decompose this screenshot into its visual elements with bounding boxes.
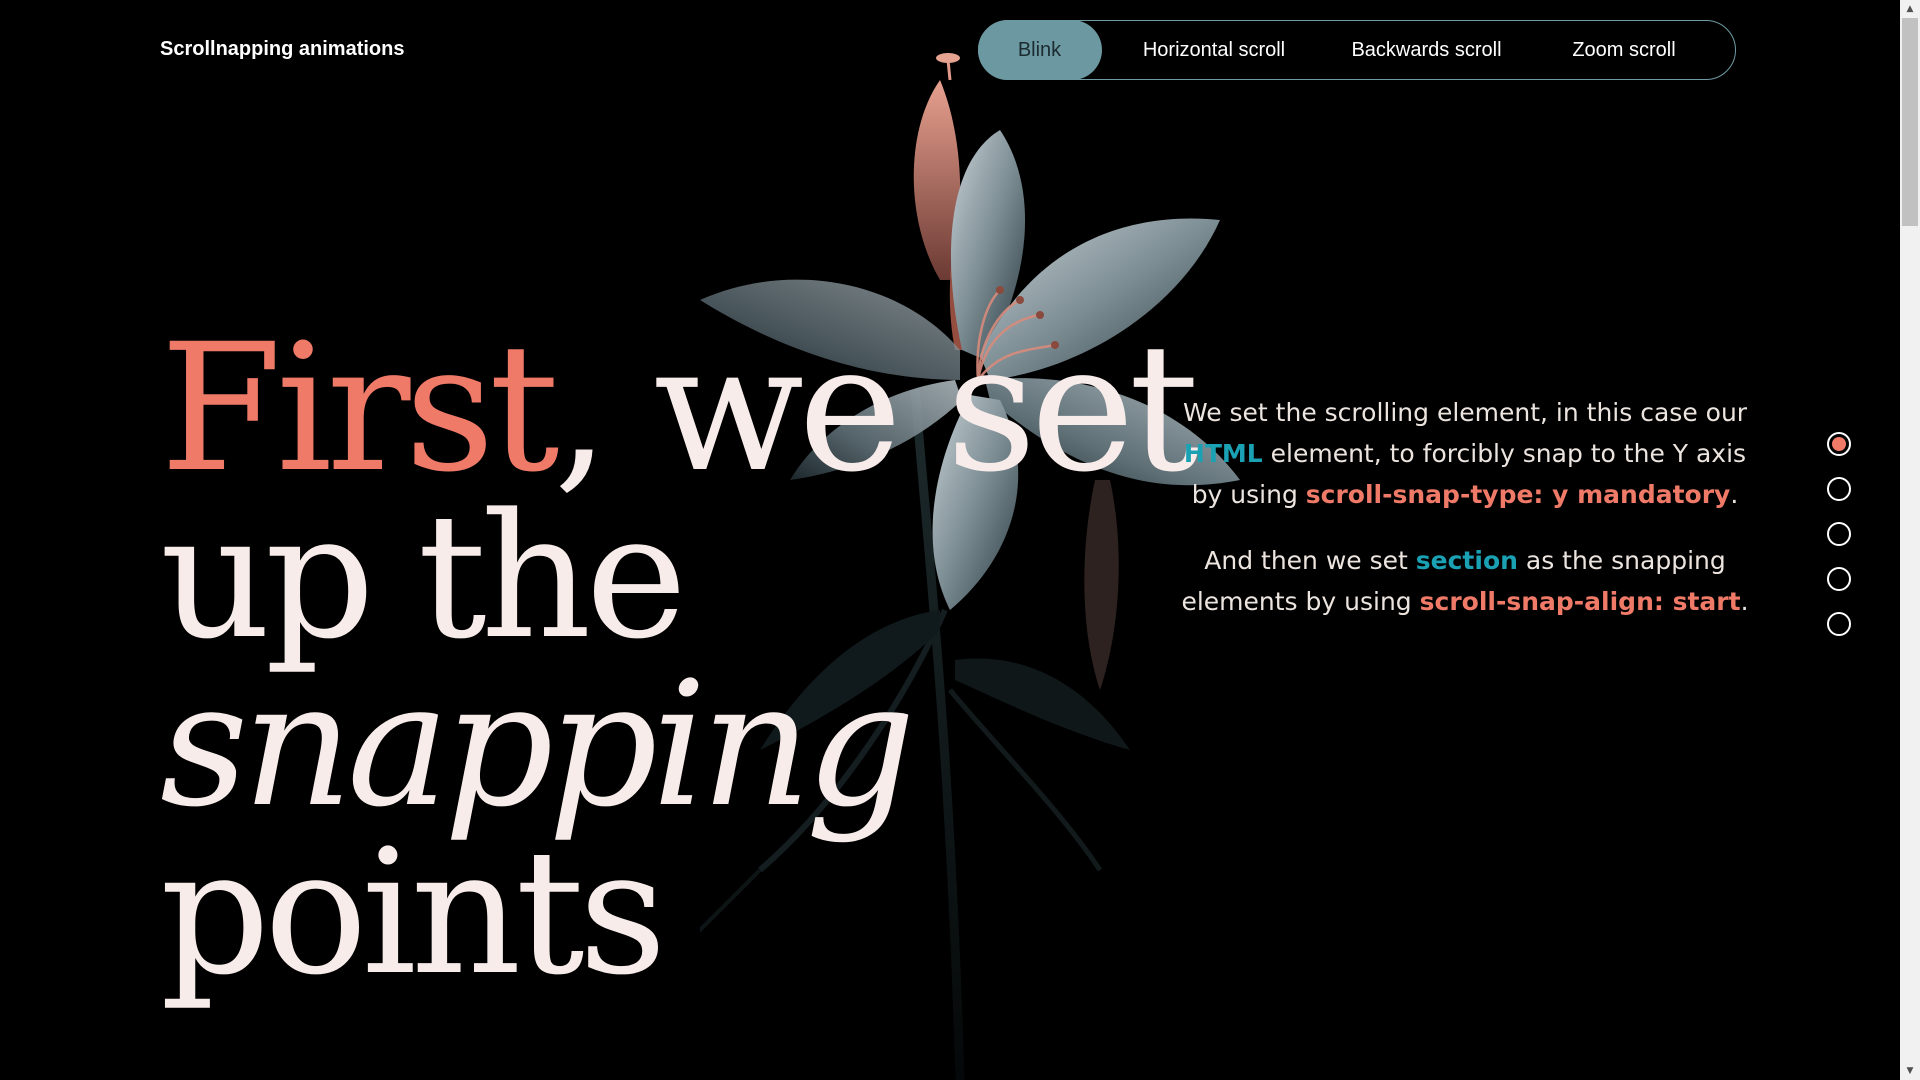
desc-text: And then we set [1204,546,1416,575]
headline-line-2: up the [160,476,687,678]
nav-tab-zoom-scroll[interactable]: Zoom scroll [1527,20,1722,80]
section-pagination [1827,432,1851,636]
description-text: We set the scrolling element, in this ca… [1175,392,1755,622]
description-paragraph-2: And then we set section as the snapping … [1175,540,1755,622]
scrollbar-thumb[interactable] [1902,18,1918,226]
pagination-dot-1[interactable] [1827,432,1851,456]
pagination-dot-5[interactable] [1827,612,1851,636]
desc-text: . [1730,480,1739,509]
headline-line-4: points [160,812,667,1014]
headline-line-1: First, we set [160,321,1199,497]
vertical-scrollbar[interactable]: ▲ ▼ [1900,0,1920,1080]
snap-type-code: scroll-snap-type: y mandatory [1305,480,1731,509]
nav-tab-backwards-scroll[interactable]: Backwards scroll [1327,20,1527,80]
html-keyword: HTML [1183,439,1263,468]
site-brand[interactable]: Scrollnapping animations [160,38,404,61]
scroll-up-arrow-icon[interactable]: ▲ [1900,0,1920,18]
snap-align-code: scroll-snap-align: start [1419,587,1741,616]
pagination-dot-2[interactable] [1827,477,1851,501]
page-headline: First, we set up the snapping points [160,321,1199,1014]
pagination-dot-3[interactable] [1827,522,1851,546]
nav-tab-horizontal-scroll[interactable]: Horizontal scroll [1102,20,1327,80]
scroll-down-arrow-icon[interactable]: ▼ [1900,1062,1920,1080]
description-paragraph-1: We set the scrolling element, in this ca… [1175,392,1755,515]
desc-text: . [1740,587,1749,616]
section-keyword: section [1415,546,1518,575]
pagination-dot-4[interactable] [1827,567,1851,591]
nav-tab-blink[interactable]: Blink [977,20,1102,80]
desc-text: We set the scrolling element, in this ca… [1182,398,1748,427]
headline-line-3: snapping [160,644,916,846]
page: Scrollnapping animations Blink Horizonta… [0,0,1920,1080]
main-nav: Blink Horizontal scroll Backwards scroll… [977,20,1736,80]
